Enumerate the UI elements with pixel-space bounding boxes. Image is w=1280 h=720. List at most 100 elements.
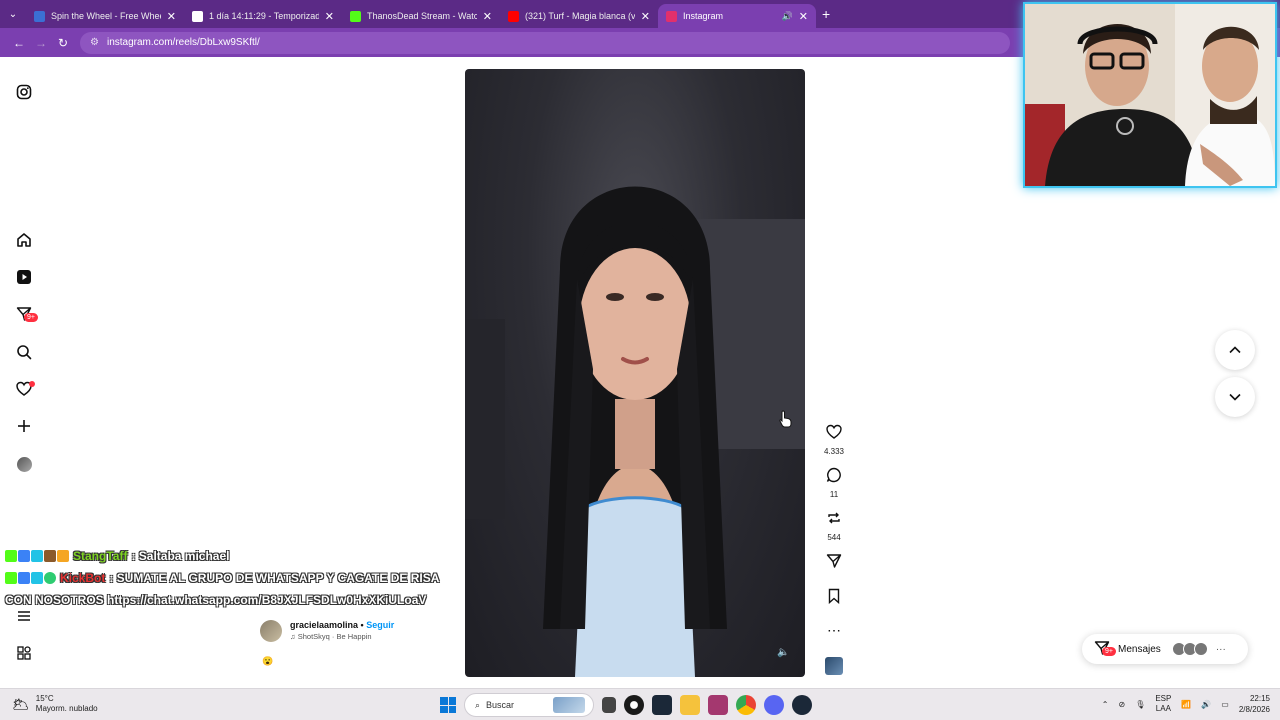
- chat-message: KickBot : SUMATE AL GRUPO DE WHATSAPP Y …: [5, 567, 475, 589]
- notifications-heart-icon[interactable]: [14, 379, 35, 399]
- close-tab-icon[interactable]: ✕: [799, 10, 808, 23]
- volume-icon[interactable]: 🔈: [777, 647, 793, 663]
- messages-paper-plane-icon: 9+: [1094, 640, 1116, 659]
- author-avatar[interactable]: [260, 620, 282, 642]
- tab-audio-icon[interactable]: 🔊: [782, 11, 793, 22]
- bookmark-icon[interactable]: [826, 588, 842, 605]
- comment-icon[interactable]: [826, 467, 842, 483]
- chat-username: StangTaff: [73, 549, 128, 563]
- repost-action[interactable]: 544: [820, 510, 848, 542]
- search-icon[interactable]: [14, 342, 34, 362]
- file-explorer-icon[interactable]: [680, 695, 700, 715]
- windows-start-icon[interactable]: [440, 697, 456, 713]
- messages-button[interactable]: 9+ Mensajes ···: [1082, 634, 1248, 664]
- system-tray: ⌃ ⊘ 🎙 ESP LAA 📶 🔊 ▭ 22:15 2/8/2026: [1102, 693, 1270, 715]
- notification-dot: [29, 381, 35, 387]
- language-code: ESP: [1155, 694, 1172, 703]
- profile-avatar[interactable]: [14, 454, 34, 474]
- taskbar-search[interactable]: ⌕ Buscar: [464, 693, 594, 717]
- like-action[interactable]: 4.333: [820, 424, 848, 456]
- audio-thumbnail[interactable]: [825, 657, 843, 675]
- tab-favicon-icon: [34, 10, 45, 22]
- chat-text: CON NOSOTROS https://chat.whatsapp.com/B…: [5, 593, 427, 607]
- previous-reel-button[interactable]: [1215, 330, 1255, 370]
- language-indicator[interactable]: ESP LAA: [1155, 694, 1171, 714]
- battery-icon[interactable]: ▭: [1221, 700, 1229, 709]
- discord-icon[interactable]: [764, 695, 784, 715]
- reel-video[interactable]: 🔈: [465, 69, 805, 677]
- tab-favicon-icon: [666, 10, 677, 22]
- browser-tab[interactable]: ThanosDead Stream - Watch Li ✕: [342, 4, 500, 28]
- close-tab-icon[interactable]: ✕: [325, 10, 334, 23]
- streamer-webcam: [1023, 2, 1277, 188]
- weather-cloud-icon: 🌥: [12, 695, 30, 712]
- browser-tab[interactable]: 1 día 14:11:29 - Temporizador C ✕: [184, 4, 342, 28]
- chat-username: KickBot: [60, 571, 106, 585]
- close-tab-icon[interactable]: ✕: [167, 10, 176, 23]
- keyboard-layout: LAA: [1155, 704, 1171, 713]
- chevron-up-icon: [1229, 346, 1241, 354]
- messages-badge: 9+: [1102, 646, 1116, 656]
- share-action[interactable]: [820, 553, 848, 574]
- chat-badges: [5, 572, 56, 584]
- reload-icon[interactable]: ↻: [52, 36, 74, 50]
- share-icon[interactable]: [826, 553, 842, 569]
- like-heart-icon[interactable]: [826, 424, 842, 440]
- back-icon[interactable]: ←: [8, 36, 30, 50]
- show-hidden-icons-icon[interactable]: ⌃: [1102, 700, 1109, 709]
- browser-tab[interactable]: Instagram 🔊 ✕: [658, 4, 816, 28]
- obs-studio-icon[interactable]: [624, 695, 644, 715]
- clock-time: 22:15: [1249, 694, 1270, 703]
- tab-title: Instagram: [683, 11, 724, 21]
- steam-icon[interactable]: [652, 695, 672, 715]
- like-count: 4.333: [823, 447, 845, 456]
- new-tab-button[interactable]: +: [822, 6, 830, 22]
- close-tab-icon[interactable]: ✕: [641, 10, 650, 23]
- hand-cursor-icon: [779, 410, 793, 433]
- tab-title: (321) Turf - Magia blanca (vide: [525, 11, 635, 21]
- microphone-icon[interactable]: 🎙: [1135, 700, 1145, 709]
- speaker-icon[interactable]: 🔊: [1201, 700, 1211, 709]
- reel-frame-image: [465, 186, 805, 677]
- comment-action[interactable]: 11: [820, 467, 848, 499]
- webcam-image: [1025, 4, 1275, 186]
- more-options-icon[interactable]: ⋯: [820, 622, 848, 639]
- next-reel-button[interactable]: [1215, 377, 1255, 417]
- clock-date: 2/8/2026: [1238, 705, 1270, 714]
- site-info-icon[interactable]: ⚙: [90, 37, 99, 48]
- follow-button[interactable]: Seguir: [366, 620, 394, 630]
- tab-search-chevron-icon[interactable]: ⌄: [0, 0, 26, 28]
- steam-secondary-icon[interactable]: [792, 695, 812, 715]
- address-bar[interactable]: ⚙ instagram.com/reels/DbLxw9SKftl/: [80, 31, 1010, 54]
- weather-widget[interactable]: 🌥 15°C Mayorm. nublado: [12, 694, 98, 714]
- tab-title: ThanosDead Stream - Watch Li: [367, 11, 477, 21]
- chrome-icon[interactable]: [736, 695, 756, 715]
- reel-author: gracielaamolina • Seguir ♫ ShotSkyq · Be…: [260, 620, 394, 642]
- chat-message-continuation: CON NOSOTROS https://chat.whatsapp.com/B…: [5, 589, 475, 611]
- weather-description: Mayorm. nublado: [35, 704, 98, 713]
- taskbar-search-placeholder: Buscar: [486, 700, 515, 710]
- reels-icon[interactable]: [14, 267, 34, 287]
- author-separator: •: [358, 620, 367, 630]
- home-icon[interactable]: [14, 230, 34, 250]
- browser-tab[interactable]: Spin the Wheel - Free Wheel Sp ✕: [26, 4, 184, 28]
- tab-title: 1 día 14:11:29 - Temporizador C: [209, 11, 319, 21]
- network-off-icon[interactable]: ⊘: [1118, 700, 1125, 709]
- threads-apps-icon[interactable]: [14, 643, 34, 663]
- messages-nav-icon[interactable]: 9+: [14, 304, 38, 324]
- create-plus-icon[interactable]: [14, 416, 34, 436]
- task-view-icon[interactable]: [602, 697, 616, 713]
- browser-tab[interactable]: (321) Turf - Magia blanca (vide ✕: [500, 4, 658, 28]
- author-username[interactable]: gracielaamolina: [290, 620, 358, 630]
- save-action[interactable]: [820, 588, 848, 609]
- audio-title[interactable]: ShotSkyq · Be Happin: [298, 632, 372, 641]
- close-tab-icon[interactable]: ✕: [483, 10, 492, 23]
- instagram-logo-icon[interactable]: [14, 82, 34, 102]
- url-text: instagram.com/reels/DbLxw9SKftl/: [106, 37, 260, 48]
- wifi-icon[interactable]: 📶: [1181, 700, 1191, 709]
- browser-app-icon[interactable]: [708, 695, 728, 715]
- repost-icon[interactable]: [826, 510, 842, 526]
- forward-icon[interactable]: →: [30, 36, 52, 50]
- clock[interactable]: 22:15 2/8/2026: [1239, 693, 1270, 715]
- chat-text: : SUMATE AL GRUPO DE WHATSAPP Y CAGATE D…: [109, 571, 440, 585]
